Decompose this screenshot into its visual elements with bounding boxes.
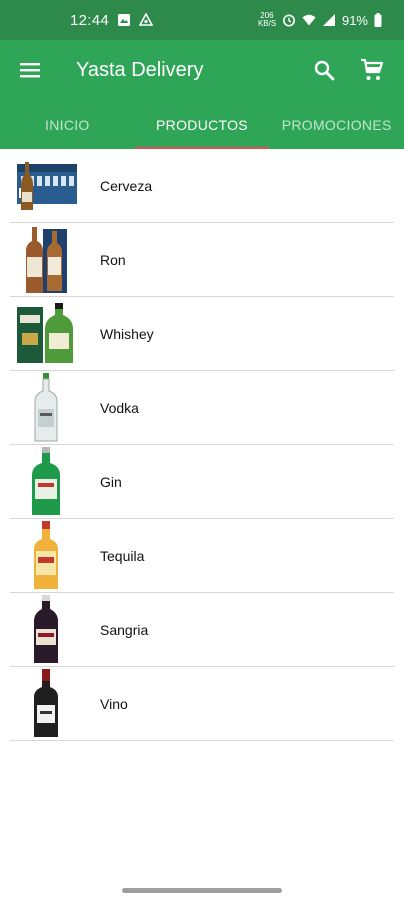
menu-icon bbox=[20, 63, 40, 78]
signal-icon bbox=[322, 14, 335, 26]
wifi-icon bbox=[302, 14, 316, 26]
sangria-bottle-icon bbox=[6, 594, 86, 666]
product-row-whishey[interactable]: Whishey bbox=[0, 297, 404, 371]
product-row-vodka[interactable]: Vodka bbox=[0, 371, 404, 445]
wine-bottle-icon bbox=[6, 668, 86, 740]
whisky-bottle-icon bbox=[6, 298, 86, 370]
battery-icon bbox=[374, 13, 382, 27]
product-name: Sangria bbox=[100, 622, 149, 638]
product-name: Tequila bbox=[100, 548, 145, 564]
product-row-cerveza[interactable]: Cerveza bbox=[0, 149, 404, 223]
product-row-tequila[interactable]: Tequila bbox=[0, 519, 404, 593]
app-title: Yasta Delivery bbox=[76, 58, 204, 81]
tequila-bottle-icon bbox=[6, 520, 86, 592]
product-row-gin[interactable]: Gin bbox=[0, 445, 404, 519]
menu-button[interactable] bbox=[0, 40, 60, 100]
gin-bottle-icon bbox=[6, 446, 86, 518]
status-bar: 12:44 206 KB/S 91% bbox=[0, 0, 404, 40]
vodka-bottle-icon bbox=[6, 372, 86, 444]
product-name: Ron bbox=[100, 252, 126, 268]
product-row-ron[interactable]: Ron bbox=[0, 223, 404, 297]
tab-bar: INICIO PRODUCTOS PROMOCIONES bbox=[0, 100, 404, 149]
product-row-sangria[interactable]: Sangria bbox=[0, 593, 404, 667]
product-name: Vodka bbox=[100, 400, 139, 416]
battery-percent: 91% bbox=[341, 12, 368, 28]
status-time: 12:44 bbox=[70, 11, 110, 29]
product-name: Whishey bbox=[100, 326, 154, 342]
product-name: Vino bbox=[100, 696, 128, 712]
image-notification-icon bbox=[118, 14, 131, 26]
network-speed: 206 KB/S bbox=[257, 11, 277, 28]
product-name: Cerveza bbox=[100, 178, 153, 194]
app-notification-icon bbox=[139, 13, 154, 26]
tab-promociones[interactable]: PROMOCIONES bbox=[269, 100, 404, 149]
product-name: Gin bbox=[100, 474, 122, 490]
alarm-icon bbox=[282, 14, 295, 27]
search-icon bbox=[314, 60, 335, 81]
beer-case-icon bbox=[6, 150, 86, 222]
product-list: Cerveza Ron Whishey Vodka Gin Tequila Sa… bbox=[0, 149, 404, 741]
rum-bottles-icon bbox=[6, 224, 86, 296]
tab-productos[interactable]: PRODUCTOS bbox=[134, 100, 270, 149]
app-bar: Yasta Delivery bbox=[0, 40, 404, 100]
cart-icon bbox=[361, 58, 384, 80]
search-button[interactable] bbox=[300, 46, 348, 94]
cart-button[interactable] bbox=[348, 46, 396, 94]
gesture-nav-handle[interactable] bbox=[122, 888, 282, 893]
tab-inicio[interactable]: INICIO bbox=[0, 100, 135, 149]
product-row-vino[interactable]: Vino bbox=[0, 667, 404, 741]
